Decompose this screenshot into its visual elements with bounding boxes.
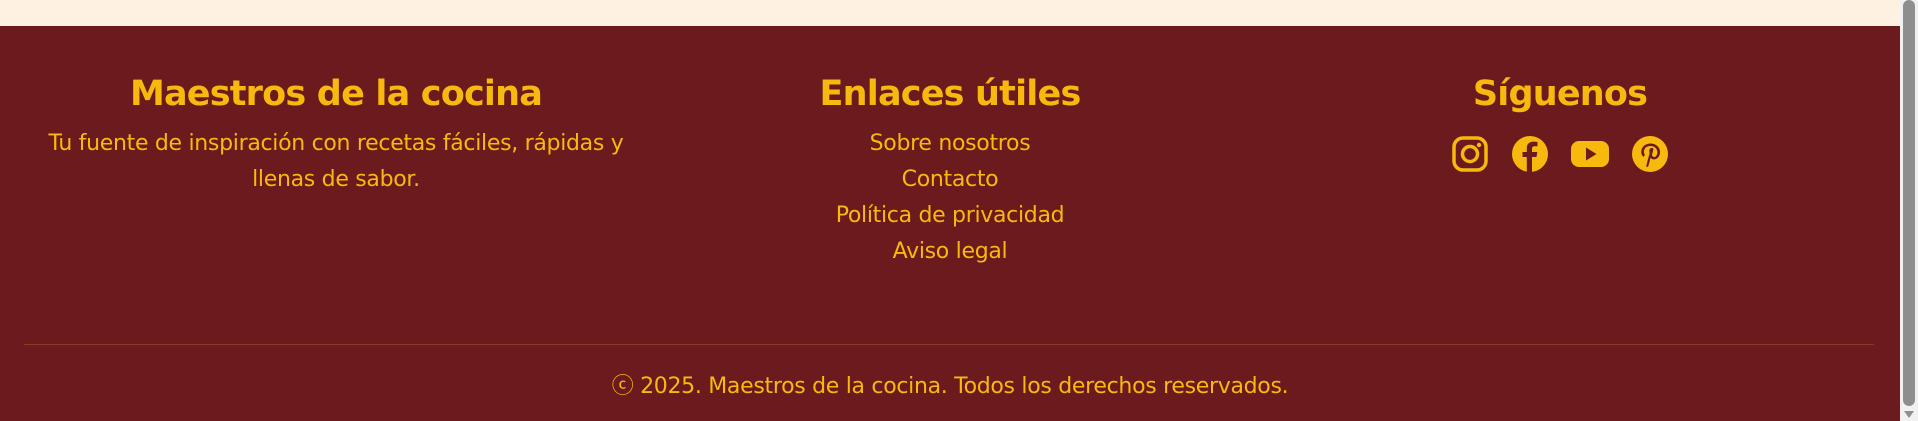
footer-links-list: Sobre nosotros Contacto Política de priv… xyxy=(700,126,1200,270)
footer-brand-title: Maestros de la cocina xyxy=(129,74,543,114)
site-footer: Maestros de la cocina Tu fuente de inspi… xyxy=(0,26,1900,421)
list-item: Política de privacidad xyxy=(700,198,1200,234)
footer-about-column: Maestros de la cocina Tu fuente de inspi… xyxy=(40,72,632,198)
youtube-icon[interactable] xyxy=(1571,135,1609,173)
footer-divider xyxy=(24,344,1874,345)
link-contact[interactable]: Contacto xyxy=(902,167,999,192)
scroll-down-arrow-icon[interactable] xyxy=(1904,411,1914,418)
link-legal-notice[interactable]: Aviso legal xyxy=(893,239,1008,264)
instagram-icon[interactable] xyxy=(1451,135,1489,173)
link-about-us[interactable]: Sobre nosotros xyxy=(870,131,1031,156)
link-privacy-policy[interactable]: Política de privacidad xyxy=(836,203,1065,228)
facebook-icon[interactable] xyxy=(1511,135,1549,173)
page-content-edge xyxy=(0,0,1900,26)
footer-social-column: Síguenos xyxy=(1310,72,1810,173)
social-icons xyxy=(1310,135,1810,173)
footer-social-title: Síguenos xyxy=(1472,74,1648,114)
footer-links-column: Enlaces útiles Sobre nosotros Contacto P… xyxy=(700,72,1200,270)
page-scrollbar[interactable] xyxy=(1900,0,1918,421)
footer-brand-description: Tu fuente de inspiración con recetas fác… xyxy=(48,131,624,192)
list-item: Aviso legal xyxy=(700,234,1200,270)
copyright-text: ⓒ 2025. Maestros de la cocina. Todos los… xyxy=(611,374,1289,399)
scrollbar-thumb[interactable] xyxy=(1903,0,1915,406)
list-item: Contacto xyxy=(700,162,1200,198)
footer-links-title: Enlaces útiles xyxy=(819,74,1082,114)
list-item: Sobre nosotros xyxy=(700,126,1200,162)
pinterest-icon[interactable] xyxy=(1631,135,1669,173)
